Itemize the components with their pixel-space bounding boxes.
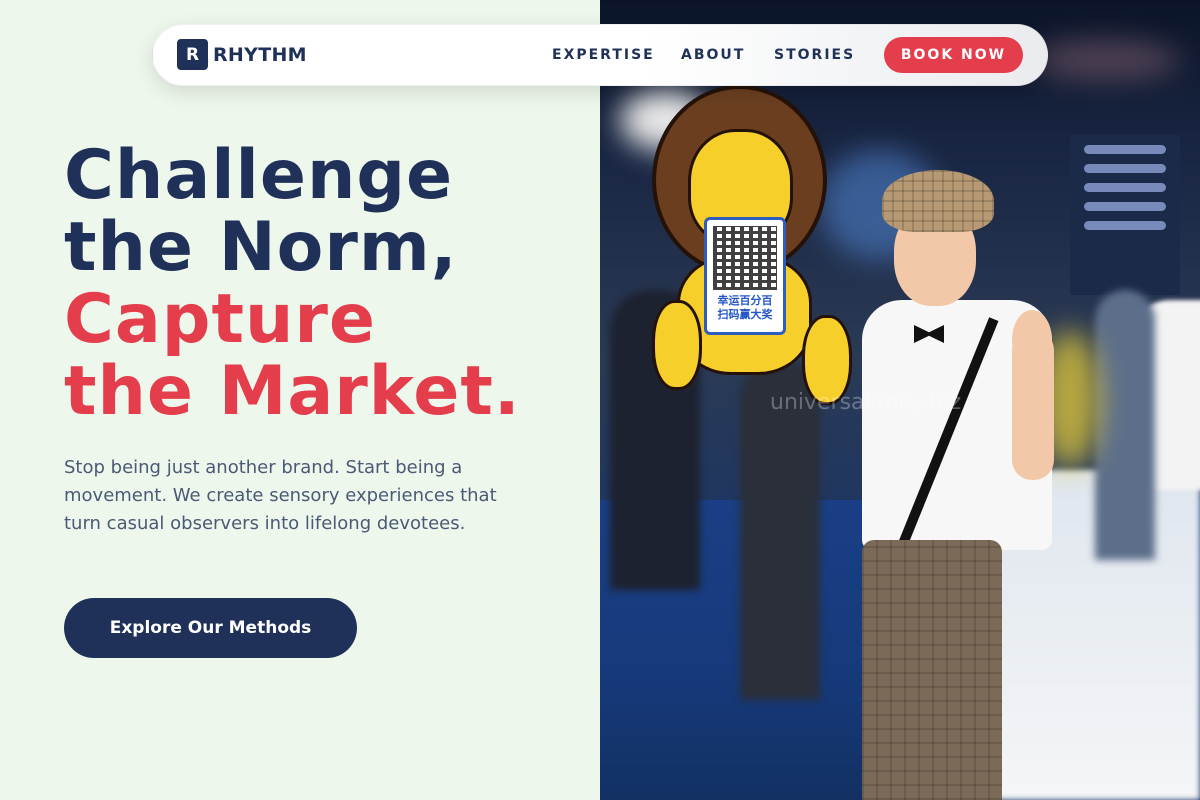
qr-code-card: 幸运百分百 扫码赢大奖: [704, 217, 786, 335]
brand-name: RHYTHM: [213, 43, 307, 66]
model-person: [862, 170, 1072, 800]
sign-caption: 幸运百分百 扫码赢大奖: [713, 294, 777, 322]
headline-line-1: Challenge: [64, 136, 454, 215]
watermark-text: universalirony.biz: [770, 390, 962, 415]
headline-line-2: the Norm,: [64, 208, 458, 287]
newsboy-cap: [882, 170, 994, 232]
headline-line-3: Capture: [64, 280, 377, 359]
brand-logo[interactable]: R RHYTHM: [177, 39, 307, 70]
nav-link-expertise[interactable]: EXPERTISE: [552, 47, 655, 63]
nav-link-stories[interactable]: STORIES: [774, 47, 855, 63]
headline-line-4: the Market.: [64, 352, 521, 431]
peace-sign-hand: [1012, 310, 1052, 370]
nav-link-about[interactable]: ABOUT: [681, 47, 745, 63]
hero-left-panel: Challenge the Norm, Capture the Market. …: [0, 0, 600, 800]
hero-description: Stop being just another brand. Start bei…: [64, 457, 497, 534]
lion-paw: [652, 300, 702, 390]
bg-crowd-person: [1095, 290, 1155, 560]
explore-methods-button[interactable]: Explore Our Methods: [64, 598, 357, 658]
top-navbar: R RHYTHM EXPERTISE ABOUT STORIES BOOK NO…: [152, 24, 1048, 86]
qr-code: [713, 226, 777, 290]
hero-headline: Challenge the Norm, Capture the Market.: [64, 140, 521, 428]
mascot-qr-sign: 幸运百分百 扫码赢大奖: [652, 85, 857, 405]
bg-light-blur: [1030, 40, 1180, 80]
logo-mark: R: [177, 39, 208, 70]
book-now-button[interactable]: BOOK NOW: [884, 37, 1023, 73]
plaid-trousers: [862, 540, 1002, 800]
hero-photo: 幸运百分百 扫码赢大奖 universalirony.biz: [600, 0, 1200, 800]
sign-text-line-1: 幸运百分百: [717, 294, 773, 307]
bg-display-screen: [1070, 135, 1180, 295]
sign-text-line-2: 扫码赢大奖: [717, 308, 773, 321]
